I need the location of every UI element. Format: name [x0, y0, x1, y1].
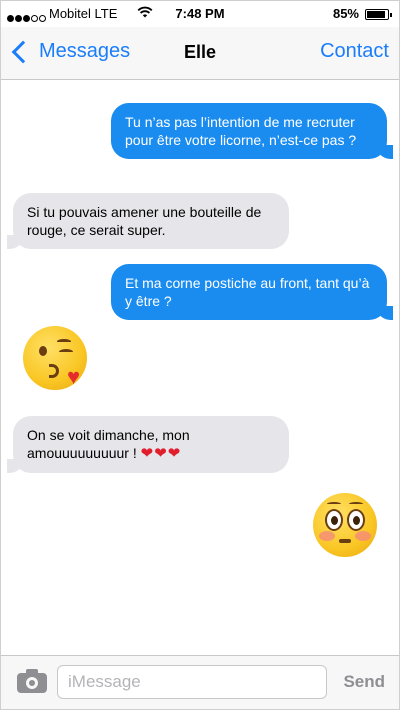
camera-icon[interactable] [17, 669, 47, 693]
message-bubble-sent[interactable]: Et ma corne postiche au front, tant qu’à… [111, 264, 393, 320]
navigation-bar: Messages Elle Contact [1, 27, 399, 80]
message-text: Si tu pouvais amener une bouteille de ro… [27, 204, 262, 238]
message-text: Tu n’as pas l’intention de me recruter p… [125, 114, 357, 148]
battery-percent: 85% [332, 6, 359, 21]
status-bar: Mobitel LTE 7:48 PM 85% [1, 1, 399, 27]
message-text: Et ma corne postiche au front, tant qu’à… [125, 275, 370, 309]
send-button[interactable]: Send [343, 672, 385, 692]
message-input-bar: Send [1, 655, 399, 709]
heart-icon: ❤❤❤ [140, 445, 182, 462]
battery-icon [365, 9, 392, 20]
message-bubble-received[interactable]: Si tu pouvais amener une bouteille de ro… [7, 193, 289, 249]
message-bubble-sent[interactable]: Tu n’as pas l’intention de me recruter p… [111, 103, 393, 159]
imessage-input[interactable] [57, 665, 327, 699]
flushed-face-icon[interactable] [313, 493, 377, 557]
face-blowing-a-kiss-icon[interactable]: ♥ [23, 326, 87, 390]
phone-screen: Mobitel LTE 7:48 PM 85% Messages Elle Co… [0, 0, 400, 710]
contact-button[interactable]: Contact [320, 40, 389, 63]
message-bubble-received[interactable]: On se voit dimanche, mon amouuuuuuuuur !… [7, 416, 289, 473]
